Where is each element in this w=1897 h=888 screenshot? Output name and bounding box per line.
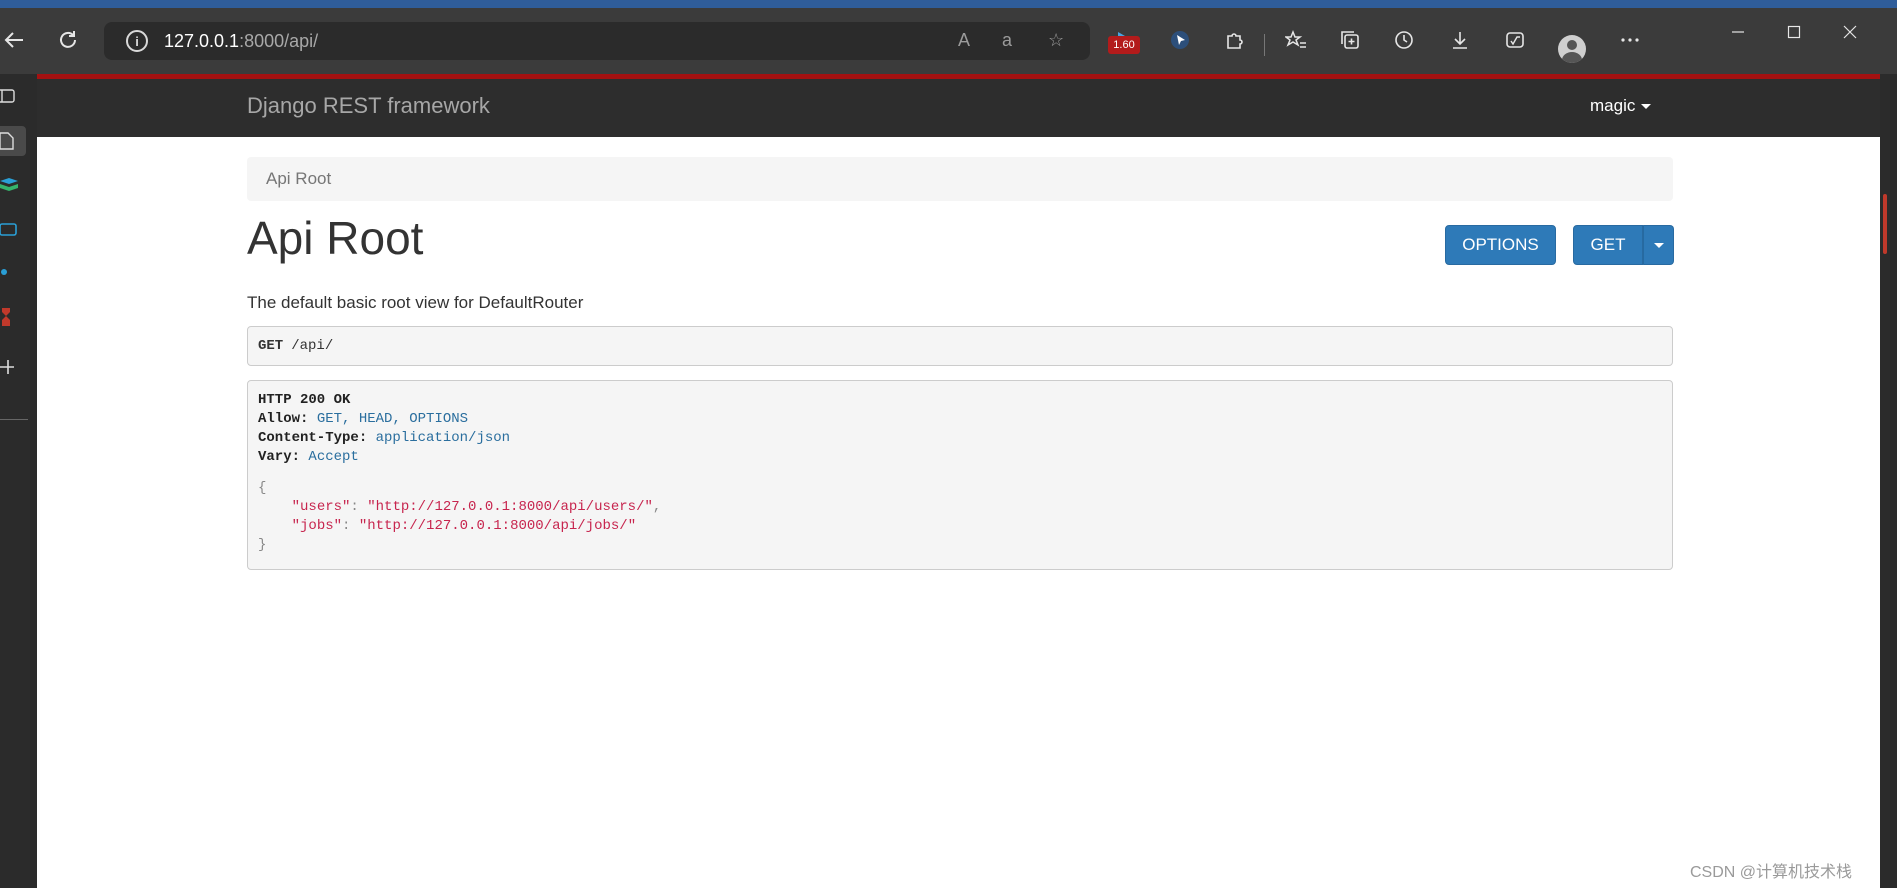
breadcrumb: Api Root	[247, 157, 1673, 201]
drf-navbar: Django REST framework magic	[37, 79, 1880, 137]
address-bar[interactable]: i 127.0.0.1:8000/api/ A a ☆	[104, 22, 1090, 60]
response-info: HTTP 200 OK Allow: GET, HEAD, OPTIONS Co…	[247, 380, 1673, 570]
main-content: Api Root Api Root OPTIONS GET The defaul…	[247, 157, 1674, 570]
get-format-dropdown-button[interactable]	[1643, 225, 1674, 265]
history-icon[interactable]	[1386, 22, 1422, 58]
breadcrumb-item-api-root[interactable]: Api Root	[266, 169, 331, 189]
translate-icon[interactable]: a	[1002, 30, 1012, 51]
collections-icon[interactable]	[1332, 22, 1368, 58]
scroll-indicator[interactable]	[1883, 194, 1887, 254]
read-aloud-icon[interactable]: A	[958, 30, 970, 51]
more-menu-icon[interactable]	[1612, 22, 1648, 58]
json-key: "jobs"	[291, 518, 343, 534]
toolbar-separator	[1264, 34, 1265, 56]
math-solver-icon[interactable]	[1497, 22, 1533, 58]
back-arrow-icon[interactable]	[0, 22, 32, 58]
header-value: GET, HEAD, OPTIONS	[316, 411, 469, 427]
maximize-icon[interactable]	[1776, 14, 1812, 50]
json-open-brace: {	[258, 480, 267, 496]
extension-cursor-icon[interactable]	[1162, 22, 1198, 58]
user-menu-dropdown[interactable]: magic	[1590, 96, 1652, 116]
header-key: Allow:	[258, 411, 309, 427]
page-title: Api Root	[247, 212, 424, 264]
header-value: Accept	[308, 449, 359, 465]
request-method: GET	[258, 338, 284, 354]
request-path: /api/	[291, 338, 334, 354]
json-key: "users"	[291, 499, 351, 515]
browser-toolbar: i 127.0.0.1:8000/api/ A a ☆ 1.60	[0, 8, 1897, 74]
json-close-brace: }	[258, 537, 267, 553]
get-button[interactable]: GET	[1573, 225, 1643, 265]
extensions-puzzle-icon[interactable]	[1216, 22, 1252, 58]
options-button[interactable]: OPTIONS	[1445, 225, 1556, 265]
site-info-icon[interactable]: i	[126, 30, 148, 52]
caret-down-icon	[1653, 242, 1664, 248]
header-key: Vary:	[258, 449, 301, 465]
minimize-icon[interactable]	[1720, 14, 1756, 50]
json-link-users[interactable]: "http://127.0.0.1:8000/api/users/"	[367, 499, 653, 515]
response-status: HTTP 200 OK	[258, 392, 351, 408]
sidebar-divider	[0, 419, 28, 420]
page-viewport: Django REST framework magic Api Root Api…	[37, 74, 1880, 888]
header-value: application/json	[375, 430, 511, 446]
tab-actions-icon[interactable]	[0, 88, 18, 110]
add-favorite-icon[interactable]: ☆	[1048, 30, 1064, 51]
refresh-icon[interactable]	[50, 22, 86, 58]
vertical-tab-icon[interactable]	[0, 308, 18, 330]
vertical-tab-icon[interactable]	[0, 222, 18, 244]
json-link-jobs[interactable]: "http://127.0.0.1:8000/api/jobs/"	[359, 518, 636, 534]
header-key: Content-Type:	[258, 430, 368, 446]
downloads-icon[interactable]	[1442, 22, 1478, 58]
vertical-tab-icon[interactable]	[0, 266, 18, 288]
close-icon[interactable]	[1832, 14, 1868, 50]
profile-avatar-icon[interactable]	[1558, 35, 1586, 63]
caret-down-icon	[1641, 104, 1652, 110]
navbar-brand[interactable]: Django REST framework	[247, 93, 490, 119]
vertical-tab-icon[interactable]	[0, 178, 18, 200]
user-menu-label: magic	[1590, 96, 1636, 115]
address-url[interactable]: 127.0.0.1:8000/api/	[164, 31, 318, 52]
browser-right-sidebar	[1880, 74, 1897, 888]
browser-left-sidebar	[0, 74, 37, 888]
request-info: GET /api/	[247, 326, 1673, 366]
favorites-icon[interactable]	[1278, 22, 1314, 58]
title-row: Api Root OPTIONS GET	[247, 201, 1674, 297]
vertical-tab-active[interactable]	[0, 126, 26, 156]
new-tab-plus-icon[interactable]	[0, 359, 18, 381]
extension-badge: 1.60	[1108, 36, 1140, 54]
window-top-strip	[0, 0, 1897, 8]
watermark-text: CSDN @计算机技术栈	[1690, 864, 1853, 881]
